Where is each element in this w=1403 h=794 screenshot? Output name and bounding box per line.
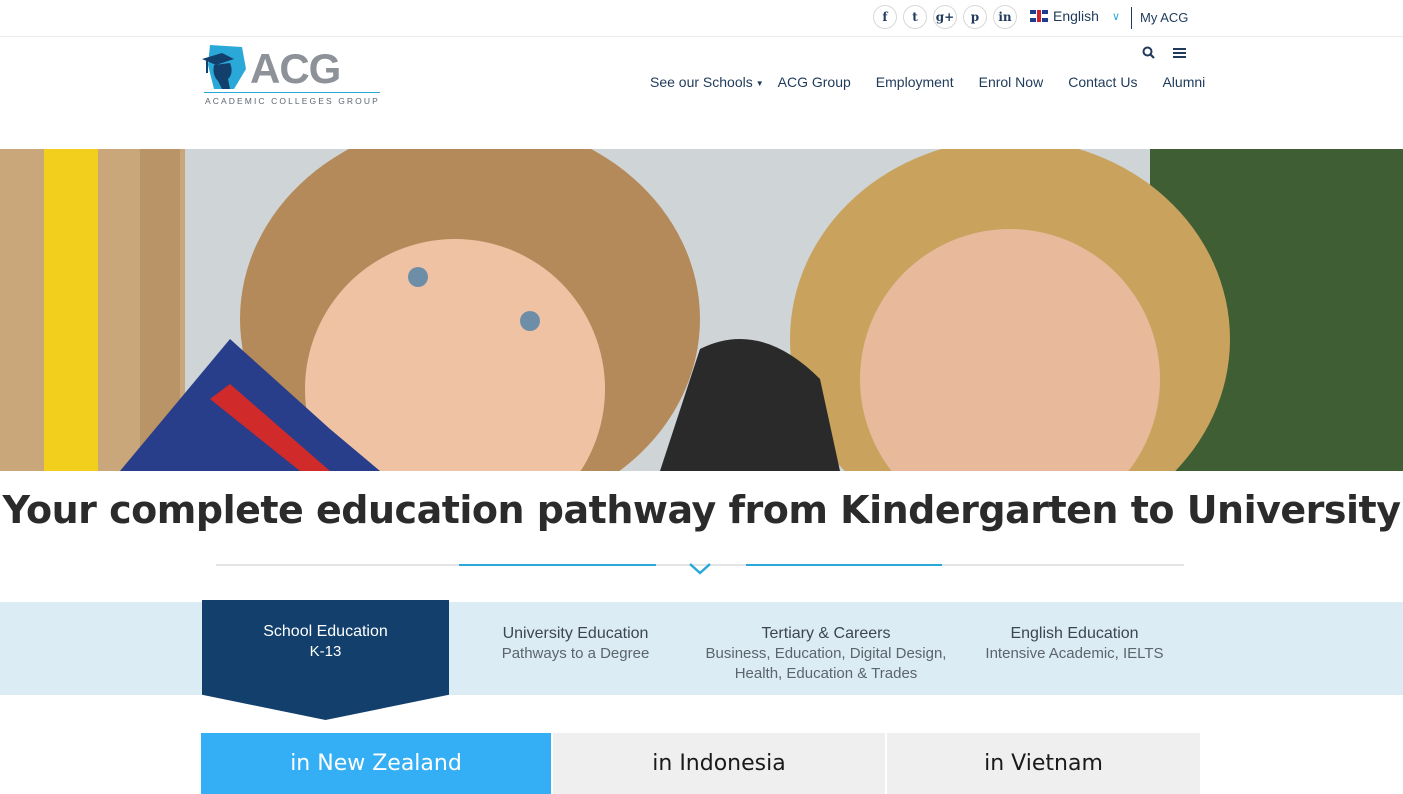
acg-logo[interactable]: ACG ACADEMIC COLLEGES GROUP: [200, 43, 384, 109]
tab-title: Tertiary & Careers: [761, 625, 891, 642]
top-bar: f t g+ p in English ∨ My ACG: [0, 0, 1403, 37]
page-headline: Your complete education pathway from Kin…: [2, 488, 1401, 532]
search-icon[interactable]: [1142, 46, 1155, 62]
pinterest-icon[interactable]: p: [963, 5, 987, 29]
tab-subtitle: Pathways to a Degree: [501, 645, 650, 662]
language-label: English: [1053, 8, 1099, 24]
tab-subtitle: Intensive Academic, IELTS: [985, 645, 1164, 662]
location-tab-indonesia[interactable]: in Indonesia: [553, 733, 885, 794]
nav-label: See our Schools: [650, 74, 753, 90]
chevron-down-icon[interactable]: ∨: [1112, 10, 1120, 23]
social-links: f t g+ p in: [873, 5, 1017, 29]
linkedin-icon[interactable]: in: [993, 5, 1017, 29]
hero-image: [0, 149, 1403, 471]
facebook-icon[interactable]: f: [873, 5, 897, 29]
language-selector[interactable]: English: [1030, 8, 1099, 24]
tab-title: School Education: [263, 623, 388, 640]
headline-divider-accent-right: [746, 564, 942, 566]
tab-english-education[interactable]: English Education Intensive Academic, IE…: [952, 602, 1197, 695]
chevron-down-icon[interactable]: [687, 558, 713, 580]
nav-see-our-schools[interactable]: See our Schools ▼: [650, 74, 764, 90]
tab-subtitle: K-13: [309, 643, 342, 660]
location-tab-vietnam[interactable]: in Vietnam: [887, 733, 1200, 794]
logo-wordmark: ACG: [250, 45, 341, 92]
tab-university-education[interactable]: University Education Pathways to a Degre…: [452, 602, 699, 695]
tab-title: University Education: [502, 625, 649, 642]
divider: [1131, 7, 1132, 29]
nav-enrol-now[interactable]: Enrol Now: [979, 74, 1044, 90]
uk-flag-icon: [1030, 10, 1048, 22]
main-nav: See our Schools ▼ ACG Group Employment En…: [650, 74, 1205, 90]
menu-icon[interactable]: [1173, 46, 1186, 62]
nav-contact-us[interactable]: Contact Us: [1068, 74, 1137, 90]
caret-down-icon: ▼: [755, 78, 764, 88]
graduate-head-logo-icon: [202, 45, 246, 89]
logo-rule: [204, 92, 380, 93]
headline-divider-accent-left: [459, 564, 656, 566]
tab-tertiary-careers[interactable]: Tertiary & Careers Business, Education, …: [700, 602, 952, 695]
tab-subtitle-line2: Health, Education & Trades: [734, 665, 918, 682]
location-tab-new-zealand[interactable]: in New Zealand: [201, 733, 551, 794]
tab-title: English Education: [1010, 625, 1139, 642]
my-acg-link[interactable]: My ACG: [1140, 10, 1188, 25]
nav-acg-group[interactable]: ACG Group: [778, 74, 851, 90]
nav-employment[interactable]: Employment: [876, 74, 954, 90]
twitter-icon[interactable]: t: [903, 5, 927, 29]
tab-subtitle: Business, Education, Digital Design,: [705, 645, 947, 662]
nav-alumni[interactable]: Alumni: [1162, 74, 1205, 90]
header-utilities: [1142, 46, 1186, 62]
logo-subtitle: ACADEMIC COLLEGES GROUP: [205, 96, 380, 106]
tab-school-education[interactable]: School Education K-13: [202, 600, 449, 720]
googleplus-icon[interactable]: g+: [933, 5, 957, 29]
